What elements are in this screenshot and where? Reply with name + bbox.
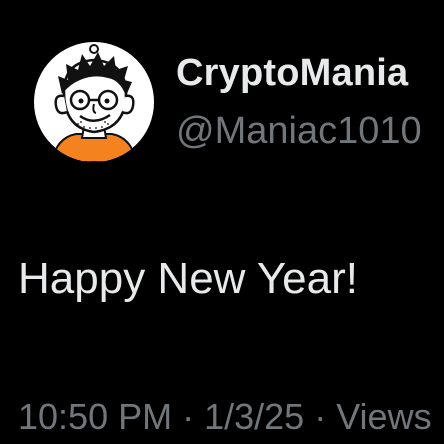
- author-handle[interactable]: @Maniac1010: [176, 110, 422, 153]
- meta-separator: ·: [172, 396, 205, 437]
- tweet-views-label: Views: [336, 396, 432, 437]
- cartoon-face-icon: [50, 44, 138, 162]
- tweet-date[interactable]: 1/3/25: [204, 396, 304, 437]
- tweet-card: CryptoMania @Maniac1010 Happy New Year! …: [0, 0, 444, 444]
- author-display-name[interactable]: CryptoMania: [176, 52, 408, 95]
- tweet-time[interactable]: 10:50 PM: [18, 396, 172, 437]
- tweet-text: Happy New Year!: [18, 254, 358, 303]
- meta-separator: ·: [304, 396, 337, 437]
- author-avatar[interactable]: [34, 42, 154, 162]
- tweet-meta: 10:50 PM · 1/3/25 · Views: [18, 396, 432, 438]
